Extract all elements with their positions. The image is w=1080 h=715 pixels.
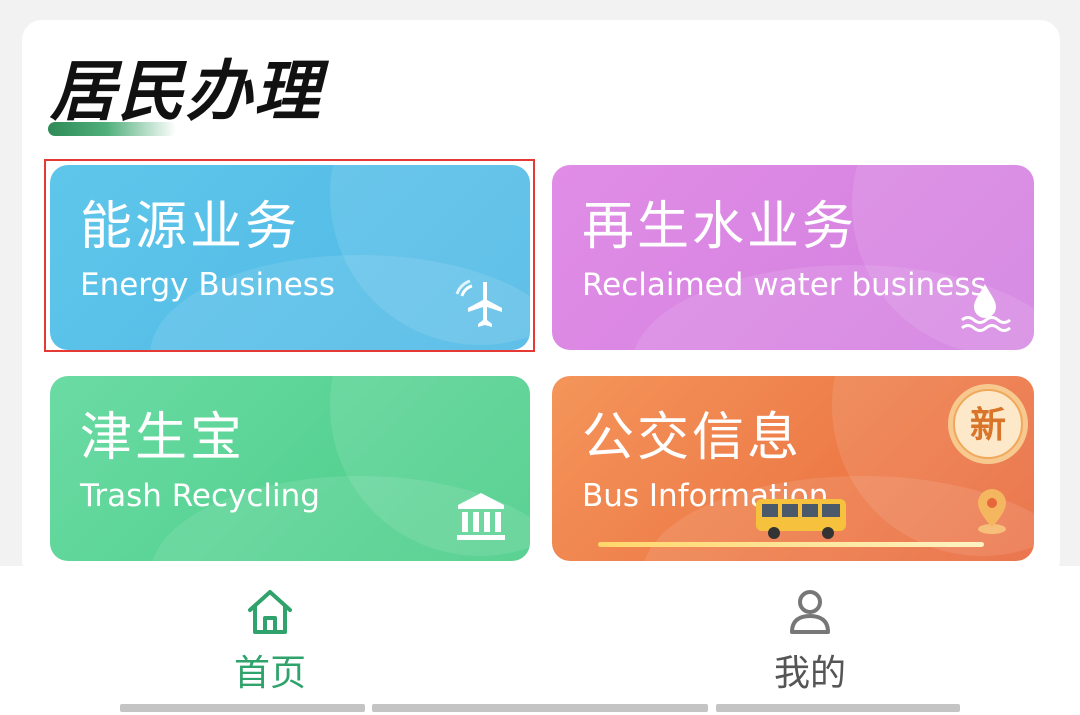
card-title: 能源业务 — [80, 197, 301, 257]
gesture-bar-segment — [716, 704, 960, 712]
location-pin-icon — [978, 489, 1006, 534]
new-badge: 新 — [948, 384, 1028, 464]
airplane-icon — [455, 279, 502, 327]
card-title: 津生宝 — [80, 408, 246, 468]
gesture-bar-segment — [372, 704, 708, 712]
tab-label: 我的 — [773, 653, 846, 694]
card-title: 再生水业务 — [582, 197, 858, 257]
trash-recycling-card[interactable]: 津生宝 Trash Recycling — [50, 376, 530, 561]
home-icon — [248, 590, 292, 634]
water-drop-icon — [961, 284, 1011, 332]
energy-business-card[interactable]: 能源业务 Energy Business — [50, 165, 530, 350]
tab-label: 首页 — [233, 653, 306, 694]
card-subtitle: Trash Recycling — [80, 478, 320, 514]
bottom-tab-bar: 首页 我的 — [0, 566, 1080, 715]
title-underline — [48, 122, 176, 136]
bus-icon — [756, 499, 846, 539]
card-title: 公交信息 — [582, 408, 803, 468]
tab-home[interactable]: 首页 — [0, 566, 540, 715]
building-icon — [457, 493, 505, 540]
svg-text:新: 新 — [970, 405, 1006, 446]
gesture-bar-segment — [120, 704, 365, 712]
card-subtitle: Energy Business — [80, 267, 336, 303]
reclaimed-water-card[interactable]: 再生水业务 Reclaimed water business — [552, 165, 1034, 350]
user-icon — [790, 590, 830, 634]
bus-information-card[interactable]: 公交信息 Bus Information 新 — [552, 376, 1034, 561]
section-title: 居民办理 — [50, 53, 322, 130]
tab-mine[interactable]: 我的 — [540, 566, 1080, 715]
card-subtitle: Reclaimed water business — [582, 267, 987, 303]
